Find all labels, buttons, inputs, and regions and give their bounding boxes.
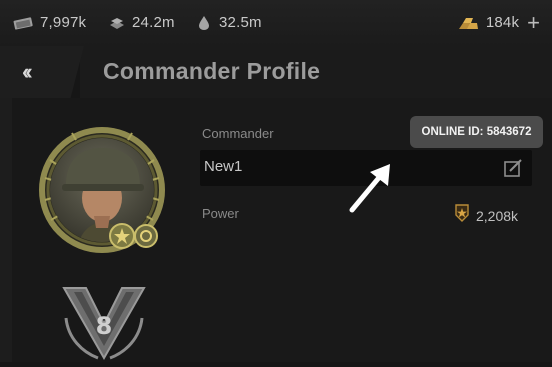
resource-steel-value: 24.2m — [132, 14, 175, 31]
commander-label: Commander — [202, 126, 274, 141]
double-chevron-left-icon: ‹‹ — [22, 59, 32, 84]
resource-cash-value: 7,997k — [40, 14, 87, 31]
gold-bars-icon — [458, 15, 480, 31]
resource-oil[interactable]: 32.5m — [195, 14, 262, 31]
power-label: Power — [202, 206, 239, 221]
arrow-pointer-icon — [349, 164, 390, 213]
resource-oil-value: 32.5m — [219, 14, 262, 31]
fuel-drop-icon — [195, 15, 213, 31]
resource-gold[interactable]: 184k + — [458, 11, 540, 33]
resource-bar: 7,997k 24.2m 32.5m 184k + — [0, 0, 552, 47]
commander-avatar[interactable] — [36, 124, 168, 256]
left-edge — [0, 98, 12, 362]
power-stat: 2,208k — [454, 204, 518, 227]
rank-emblem: 8 — [58, 278, 150, 362]
steel-ingot-icon — [108, 15, 126, 31]
edit-icon[interactable] — [502, 157, 524, 179]
resource-gold-value: 184k — [485, 14, 520, 31]
power-star-icon — [454, 204, 470, 227]
commander-name: New1 — [204, 158, 243, 175]
page-title: Commander Profile — [103, 58, 321, 84]
online-id-badge: ONLINE ID: 5843672 — [410, 116, 543, 148]
resource-steel[interactable]: 24.2m — [108, 14, 175, 31]
back-button[interactable]: ‹‹ — [0, 46, 84, 98]
plus-icon[interactable]: + — [527, 11, 540, 33]
resource-cash[interactable]: 7,997k — [12, 14, 86, 31]
banknote-icon — [12, 15, 34, 31]
svg-text:8: 8 — [96, 312, 113, 340]
power-value: 2,208k — [476, 207, 519, 224]
